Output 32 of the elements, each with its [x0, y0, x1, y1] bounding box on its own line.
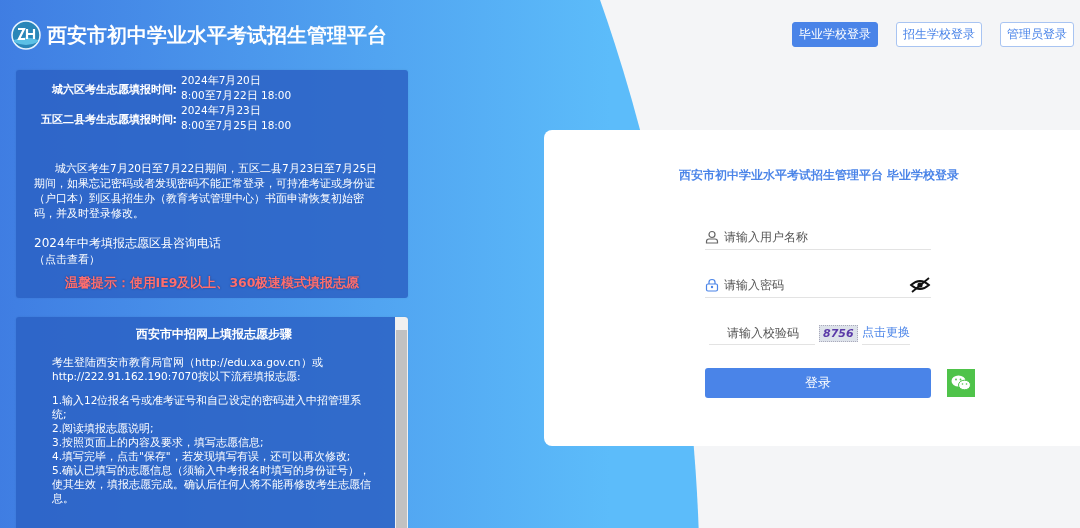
login-tab[interactable]: 管理员登录: [1000, 22, 1074, 47]
schedule-value: 2024年7月23日 8:00至7月25日 18:00: [181, 103, 293, 133]
login-tab[interactable]: 毕业学校登录: [792, 22, 878, 47]
step-item: 4.填写完毕，点击"保存"，若发现填写有误，还可以再次修改;: [52, 449, 352, 463]
scrollbar[interactable]: [395, 317, 408, 528]
lock-icon: [705, 278, 719, 292]
notice-paragraph: 城六区考生7月20日至7月22日期间，五区二县7月23日至7月25日期间，如果忘记密码或者发现密码不能正常登录，可持准考证或身份证（户口本）到区县招生办（教育考试管理中心）书面申请恢复初始密码，并及时登录修改。: [34, 161, 379, 221]
schedule-label: 城六区考生志愿填报时间:: [50, 82, 177, 98]
step-item: 2.阅读填报志愿说明;: [52, 421, 155, 435]
captcha-image[interactable]: 8756: [819, 324, 858, 342]
username-field[interactable]: 请输入用户名称: [724, 230, 931, 244]
warning-tip: 温馨提示：使用IE9及以上、360极速模式填报志愿: [63, 275, 361, 292]
steps-title: 西安市中招网上填报志愿步骤: [134, 327, 293, 341]
captcha-field[interactable]: 请输入校验码: [709, 321, 815, 345]
site-title: 西安市初中学业水平考试招生管理平台: [47, 21, 387, 49]
login-tab[interactable]: 招生学校登录: [896, 22, 982, 47]
wechat-icon[interactable]: [947, 369, 975, 397]
step-item: 3.按照页面上的内容及要求，填写志愿信息;: [52, 435, 265, 449]
hotline-link[interactable]: 2024年中考填报志愿区县咨询电话: [34, 235, 390, 252]
schedule-value: 2024年7月20日 8:00至7月22日 18:00: [181, 73, 293, 103]
schedule-label: 五区二县考生志愿填报时间:: [39, 112, 177, 128]
hotline-hint[interactable]: （点击查看）: [34, 252, 390, 267]
user-icon: [705, 230, 719, 244]
password-field[interactable]: 请输入密码: [724, 278, 909, 292]
refresh-captcha-link[interactable]: 点击更换: [861, 321, 910, 345]
step-item: 1.输入12位报名号或准考证号和自己设定的密码进入中招管理系统;: [52, 393, 363, 421]
form-title: 西安市初中学业水平考试招生管理平台 毕业学校登录: [679, 168, 960, 183]
hidden-eye-icon[interactable]: [909, 277, 931, 293]
logo-icon: [11, 20, 41, 50]
steps-intro: 考生登陆西安市教育局官网（http://edu.xa.gov.cn）或http://222.91.162.190:7070按以下流程填报志愿:: [52, 355, 324, 383]
step-item: 5.确认已填写的志愿信息（须输入中考报名时填写的身份证号），使其生效，填报志愿完成。确认后任何人将不能再修改考生志愿信息。: [52, 463, 372, 505]
login-button[interactable]: 登录: [705, 368, 931, 398]
